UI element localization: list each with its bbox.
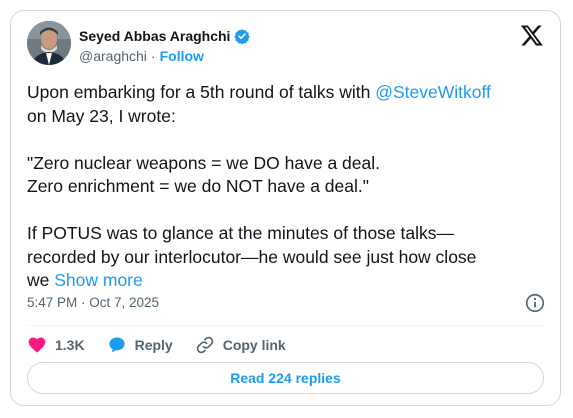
divider	[27, 325, 544, 326]
like-count: 1.3K	[55, 337, 85, 353]
separator-dot: ·	[150, 48, 156, 64]
link-icon	[196, 336, 213, 354]
mention-link[interactable]: @SteveWitkoff	[375, 82, 491, 102]
follow-button[interactable]: Follow	[160, 48, 204, 64]
tweet-text: Upon embarking for a 5th round of talks …	[27, 81, 552, 293]
like-button[interactable]: 1.3K	[27, 335, 85, 355]
show-more-link[interactable]: Show more	[54, 270, 143, 290]
read-replies-button[interactable]: Read 224 replies	[27, 362, 544, 394]
heart-icon	[28, 337, 46, 353]
x-logo-icon[interactable]	[520, 23, 544, 47]
author-handle[interactable]: @araghchi	[79, 48, 147, 64]
tweet-text-intro: Upon embarking for a 5th round of talks …	[27, 82, 376, 102]
reply-label: Reply	[134, 337, 173, 353]
author-name[interactable]: Seyed Abbas Araghchi	[79, 28, 230, 44]
tweet-text-body: on May 23, I wrote: "Zero nuclear weapon…	[27, 105, 477, 291]
tweet-actions: 1.3K Reply Copy link	[27, 333, 308, 357]
author-name-row: Seyed Abbas Araghchi	[79, 28, 251, 44]
reply-button[interactable]: Reply	[107, 335, 173, 355]
tweet-timestamp[interactable]: 5:47 PM · Oct 7, 2025	[27, 295, 159, 310]
info-icon[interactable]	[524, 292, 546, 314]
tweet-card: Seyed Abbas Araghchi @araghchi · Follow …	[10, 10, 561, 406]
verified-badge-icon	[234, 29, 251, 44]
copy-link-button[interactable]: Copy link	[195, 335, 286, 355]
reply-bubble-icon	[108, 337, 125, 353]
author-handle-row: @araghchi · Follow	[79, 48, 204, 64]
copy-link-label: Copy link	[222, 337, 286, 353]
author-avatar[interactable]	[27, 21, 71, 65]
